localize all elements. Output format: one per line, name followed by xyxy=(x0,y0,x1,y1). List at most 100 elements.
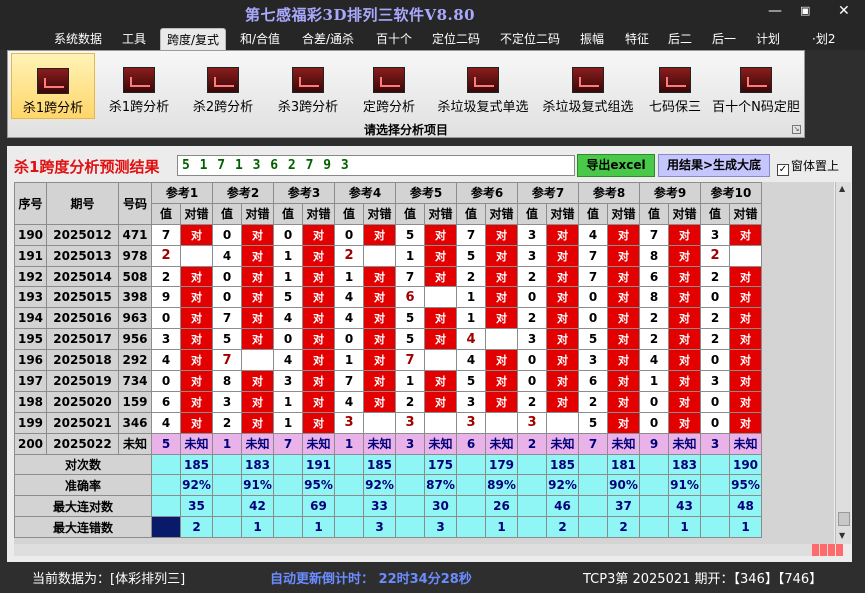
ribbon-button-label: 杀3跨分析 xyxy=(277,100,339,115)
analysis-chart-icon xyxy=(467,67,499,93)
ribbon-button-label: 百十个N码定胆 xyxy=(712,100,800,115)
ribbon-kill-junk-single[interactable]: 杀垃圾复式单选 xyxy=(431,53,535,119)
stats-value: 183 xyxy=(241,453,274,476)
stats-spacer xyxy=(578,453,608,476)
ribbon-kill1-span-active[interactable]: 杀1跨分析 xyxy=(11,53,95,119)
value-cell: 4 xyxy=(578,223,608,246)
scroll-up-icon[interactable]: ▲ xyxy=(839,184,845,193)
value-cell: 0 xyxy=(517,286,547,309)
cell-period: 2025019 xyxy=(46,370,119,392)
table-row[interactable]: 190 2025012 471 7 对 0 对 0 对 0 对 5 对 7 对 3 对 4 对 7 对 3 对 xyxy=(14,223,762,246)
ribbon-kill2-span[interactable]: 杀2跨分析 xyxy=(181,53,265,119)
cell-number: 471 xyxy=(118,223,152,246)
menu-span-compound[interactable]: 跨度/复式 xyxy=(160,28,227,52)
value-cell: 2 xyxy=(151,244,181,267)
menu-sum-value[interactable]: 和/合值 xyxy=(240,30,280,47)
result-cell: 对 xyxy=(302,286,335,309)
value-cell: 4 xyxy=(639,349,669,372)
stats-spacer xyxy=(334,516,364,539)
table-row[interactable]: 191 2025013 978 2 4 对 1 对 2 1 对 5 对 3 对 7 对 8 对 2 xyxy=(14,244,762,267)
stats-value: 181 xyxy=(607,453,640,476)
checkbox[interactable]: ✓ xyxy=(777,164,789,176)
ribbon-caption: 请选择分析项目 xyxy=(363,123,448,137)
value-cell: 3 xyxy=(517,223,547,246)
result-cell: 对 xyxy=(363,370,396,392)
group-header: 参考6 xyxy=(456,182,518,204)
result-cell: 对 xyxy=(546,307,579,330)
menu-system-data[interactable]: 系统数据 xyxy=(54,30,102,47)
scroll-down-icon[interactable]: ▼ xyxy=(839,531,845,540)
minimize-button[interactable]: — xyxy=(768,4,782,18)
cell-number: 未知 xyxy=(118,432,152,455)
stats-value: 30 xyxy=(424,495,457,518)
table-row[interactable]: 192 2025014 508 2 对 0 对 1 对 1 对 7 对 2 对 2 对 7 对 6 对 2 对 xyxy=(14,265,762,288)
scroll-thumb[interactable] xyxy=(838,512,850,526)
ribbon-n-code-dan[interactable]: 百十个N码定胆 xyxy=(709,53,803,119)
generate-base-button[interactable]: 用结果>生成大底 xyxy=(658,154,770,177)
analysis-chart-icon xyxy=(207,67,239,93)
stats-value: 175 xyxy=(424,453,457,476)
horizontal-scrollbar[interactable] xyxy=(14,544,834,556)
ribbon-fixed-span[interactable]: 定跨分析 xyxy=(347,53,431,119)
value-cell: 2 xyxy=(517,432,547,455)
menu-plan[interactable]: 计划 xyxy=(756,30,780,47)
ribbon-seven-code[interactable]: 七码保三 xyxy=(640,53,710,119)
result-cell: 对 xyxy=(241,390,274,413)
ribbon-kill1-span[interactable]: 杀1跨分析 xyxy=(97,53,181,119)
prediction-field[interactable]: 5 1 7 1 3 6 2 7 9 3 xyxy=(177,155,575,176)
menu-nonposition-two[interactable]: 不定位二码 xyxy=(500,30,560,47)
value-cell: 1 xyxy=(334,265,364,288)
table-row[interactable]: 194 2025016 963 0 对 7 对 4 对 4 对 5 对 1 对 2 对 0 对 2 对 2 对 xyxy=(14,307,762,330)
menu-position-two[interactable]: 定位二码 xyxy=(432,30,480,47)
value-cell: 1 xyxy=(639,370,669,392)
value-subheader: 值 xyxy=(334,202,364,225)
stats-spacer xyxy=(334,495,364,518)
result-cell: 对 xyxy=(607,328,640,351)
analysis-chart-icon xyxy=(292,67,324,93)
value-cell: 0 xyxy=(517,370,547,392)
ribbon-kill3-span[interactable]: 杀3跨分析 xyxy=(266,53,350,119)
menu-tools[interactable]: 工具 xyxy=(122,30,146,47)
table-row[interactable]: 199 2025021 346 4 对 2 对 1 对 3 3 3 3 5 对 0 对 0 对 xyxy=(14,411,762,434)
table-row[interactable]: 197 2025019 734 0 对 8 对 3 对 7 对 1 对 5 对 0 对 6 对 1 对 3 对 xyxy=(14,370,762,392)
stats-spacer xyxy=(334,453,364,476)
dialog-launcher-icon[interactable]: ↘ xyxy=(792,125,801,134)
table-row[interactable]: 195 2025017 956 3 对 5 对 0 对 0 对 5 对 4 3 对 5 对 2 对 2 对 xyxy=(14,328,762,351)
table-row[interactable]: 193 2025015 398 9 对 0 对 5 对 4 对 6 1 对 0 对 0 对 8 对 0 对 xyxy=(14,286,762,309)
group-header: 参考4 xyxy=(334,182,396,204)
analysis-panel: 杀1跨度分析预测结果 5 1 7 1 3 6 2 7 9 3 导出excel 用… xyxy=(7,146,852,562)
col-seq-header: 序号 xyxy=(14,182,47,225)
result-cell xyxy=(485,328,518,351)
value-cell: 6 xyxy=(639,265,669,288)
result-cell: 对 xyxy=(302,244,335,267)
result-cell: 对 xyxy=(485,307,518,330)
result-cell: 对 xyxy=(241,244,274,267)
resize-grip-icon[interactable] xyxy=(812,544,850,560)
result-cell: 未知 xyxy=(241,432,274,455)
menu-hundreds-tens-units[interactable]: 百十个 xyxy=(376,30,412,47)
ribbon-kill-junk-group[interactable]: 杀垃圾复式组选 xyxy=(536,53,640,119)
menu-amplitude[interactable]: 振幅 xyxy=(580,30,604,47)
close-button[interactable]: ✕ xyxy=(838,4,850,18)
maximize-button[interactable]: ▣ xyxy=(800,4,810,18)
export-excel-button[interactable]: 导出excel xyxy=(577,154,655,177)
window-on-top-toggle[interactable]: ✓ 窗体置上 xyxy=(777,157,839,176)
menu-plan-2[interactable]: ·划2 xyxy=(812,30,835,47)
cell-seq: 193 xyxy=(14,286,47,309)
table-row[interactable]: 198 2025020 159 6 对 3 对 1 对 4 对 2 对 3 对 2 对 2 对 0 对 0 对 xyxy=(14,390,762,413)
stats-spacer xyxy=(395,495,425,518)
value-cell: 1 xyxy=(395,370,425,392)
cell-seq: 196 xyxy=(14,349,47,372)
value-cell: 3 xyxy=(151,328,181,351)
cell-number: 956 xyxy=(118,328,152,351)
menu-last-two[interactable]: 后二 xyxy=(668,30,692,47)
menu-features[interactable]: 特征 xyxy=(625,30,649,47)
result-subheader: 对错 xyxy=(180,202,213,225)
vertical-scrollbar[interactable]: ▲ ▼ xyxy=(835,182,851,544)
menu-diff-kill[interactable]: 合差/通杀 xyxy=(302,30,354,47)
cell-seq: 190 xyxy=(14,223,47,246)
table-row[interactable]: 200 2025022 未知 5 未知 1 未知 7 未知 1 未知 3 未知 6 未知 2 未知 7 未知 9 未知 3… xyxy=(14,432,762,455)
group-header: 参考1 xyxy=(151,182,213,204)
menu-last-one[interactable]: 后一 xyxy=(712,30,736,47)
table-row[interactable]: 196 2025018 292 4 对 7 4 对 1 对 7 4 对 0 对 3 对 4 对 0 对 xyxy=(14,349,762,372)
